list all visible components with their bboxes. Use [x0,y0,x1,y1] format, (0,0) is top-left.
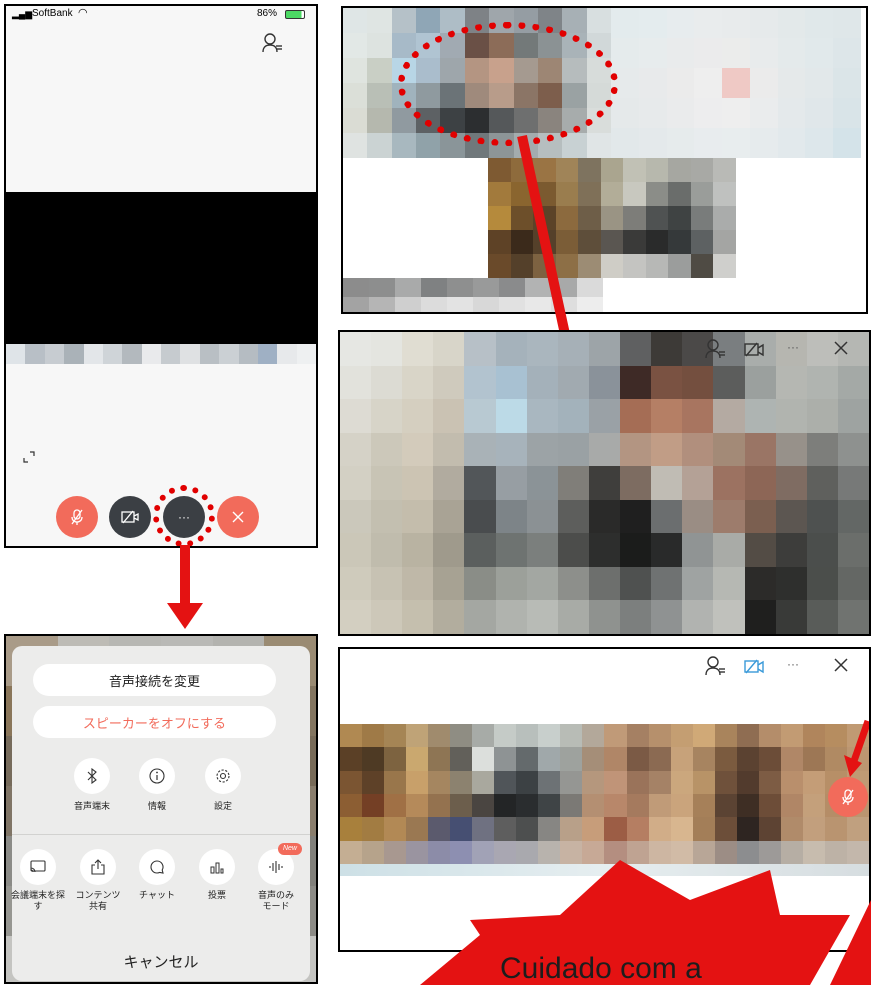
battery-icon [285,10,305,19]
leave-button[interactable] [217,496,259,538]
participant-tile-2 [611,8,861,158]
mute-button[interactable] [56,496,98,538]
audio-wave-icon [269,861,283,873]
bluetooth-icon [87,768,97,784]
video-off-button[interactable] [109,496,151,538]
more-highlight-ring [153,485,215,546]
arrow-down-to-sheet [167,545,203,629]
battery-label: 86% [257,8,278,19]
speaker-video [340,332,869,634]
mic-off-icon [71,509,83,525]
participants-icon[interactable] [261,32,283,54]
more-icon[interactable]: ··· [787,340,799,354]
mute-button[interactable] [828,777,868,817]
participants-icon[interactable] [704,655,726,677]
close-icon [232,511,244,523]
cancel-button[interactable]: キャンセル [12,941,310,981]
video-area [6,192,316,344]
blurred-name-strip [6,344,316,364]
call-screen: ▂▄▆ SoftBank ◠ 86% ··· [4,4,318,548]
chat-button[interactable] [139,849,175,885]
find-device-button[interactable] [20,849,56,885]
share-icon [91,859,105,875]
chat-label: チャット [139,890,175,900]
info-label: 情報 [147,801,166,811]
mic-off-icon [842,789,854,805]
poll-button[interactable] [199,849,235,885]
carrier-label: SoftBank [32,8,73,19]
status-bar: ▂▄▆ SoftBank ◠ 86% [6,6,316,22]
info-button[interactable] [139,758,175,794]
find-device-label: 会議端末を探す [10,890,65,911]
expand-icon[interactable] [22,450,36,464]
share-content-button[interactable] [80,849,116,885]
sheet-divider [12,834,310,835]
gallery-view-panel [341,6,868,314]
chat-icon [150,860,164,874]
participants-icon[interactable] [704,338,726,360]
poll-label: 投票 [207,890,226,900]
audio-only-label: 音声のみモード [257,890,294,911]
callout-text: Cuidado com a [500,952,702,985]
close-icon[interactable] [833,657,849,673]
cast-icon [30,860,46,873]
wifi-icon: ◠ [78,7,88,19]
info-icon [149,768,165,784]
camera-on-icon[interactable] [743,658,767,676]
settings-label: 設定 [213,801,232,811]
settings-button[interactable] [205,758,241,794]
share-content-label: コンテンツ共有 [75,890,121,911]
video-strip [340,724,869,864]
action-sheet-screen: 音声接続を変更 スピーカーをオフにする 音声端末 情報 設定 会議端末を探す コ… [4,634,318,984]
speaker-view-panel: ··· [338,330,871,636]
gallery-highlight-ring [398,22,618,146]
new-badge: New [278,843,302,855]
arrow-to-mute [844,719,869,777]
speaker-off-button[interactable]: スピーカーをオフにする [33,706,276,738]
bluetooth-button[interactable] [74,758,110,794]
close-icon[interactable] [833,340,849,356]
audio-device-label: 音声端末 [73,801,110,811]
signal-icon: ▂▄▆ [12,9,33,19]
change-audio-button[interactable]: 音声接続を変更 [33,664,276,696]
camera-off-icon [121,510,139,524]
camera-off-icon[interactable] [743,341,767,359]
more-icon[interactable]: ··· [787,657,799,671]
gear-icon [216,769,230,783]
poll-icon [210,862,224,874]
